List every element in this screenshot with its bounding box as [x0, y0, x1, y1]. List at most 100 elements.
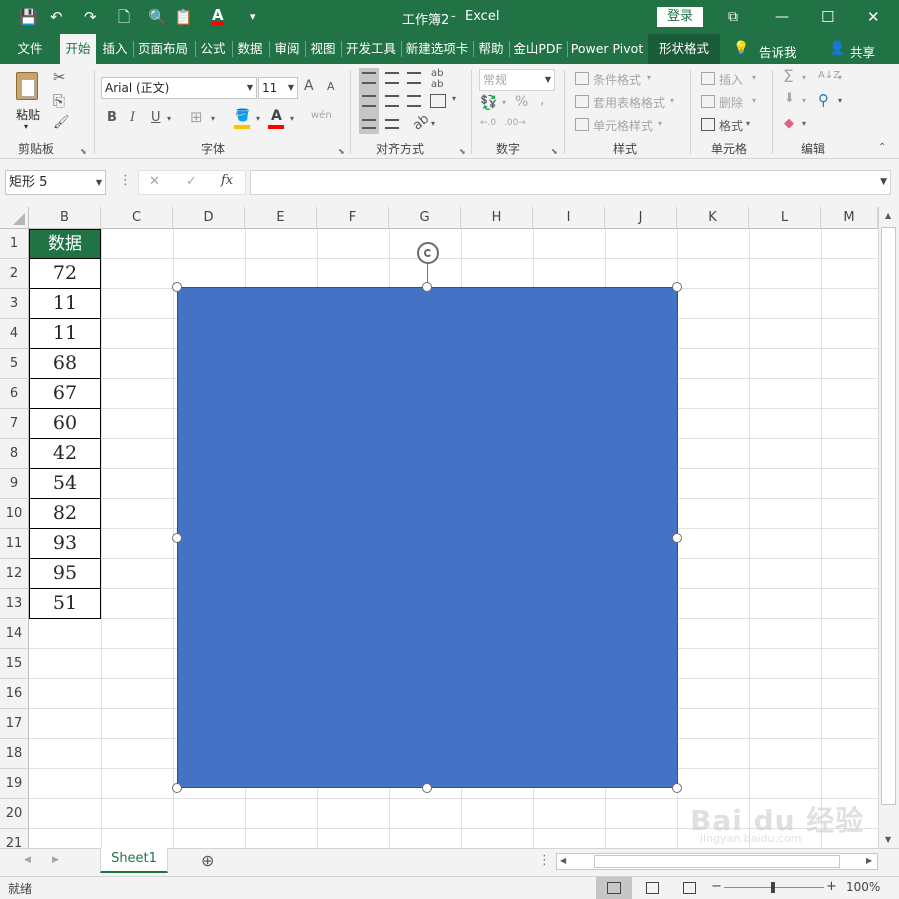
text-direction-icon[interactable]: ab [410, 112, 432, 134]
clear-eraser-icon[interactable]: ◆ [784, 116, 794, 131]
grow-font-button[interactable]: A [304, 78, 314, 94]
underline-button[interactable]: U [151, 110, 161, 125]
bold-button[interactable]: B [107, 110, 117, 125]
orientation-icon[interactable]: ab [431, 68, 443, 79]
alignment-launcher-icon[interactable]: ⬊ [459, 147, 466, 156]
align-right-icon[interactable] [407, 95, 421, 107]
font-size-combo[interactable]: 11 ▼ [258, 77, 298, 99]
column-header-b[interactable]: B [29, 207, 101, 229]
close-icon[interactable]: ✕ [867, 8, 880, 26]
resize-handle-se[interactable] [672, 783, 682, 793]
paste-quick-icon[interactable]: 📋 [174, 8, 193, 26]
copy-icon[interactable]: ⎘ [53, 92, 65, 110]
shrink-font-button[interactable]: A [327, 80, 335, 93]
zoom-level[interactable]: 100% [846, 880, 880, 894]
row-header-3[interactable]: 3 [0, 289, 29, 319]
maximize-icon[interactable]: ☐ [821, 8, 834, 26]
format-as-table-button[interactable]: 套用表格格式 [593, 94, 665, 111]
align-middle-icon[interactable] [385, 72, 399, 84]
login-button[interactable]: 登录 [657, 7, 703, 27]
table-data-cell[interactable]: 93 [29, 529, 101, 559]
row-header-16[interactable]: 16 [0, 679, 29, 709]
increase-decimal-button[interactable]: ←.0 [480, 118, 496, 128]
cut-icon[interactable]: ✂ [53, 68, 66, 86]
fill-down-icon[interactable]: ⬇ [784, 91, 795, 106]
rectangle-shape[interactable] [177, 287, 678, 788]
zoom-slider-thumb[interactable] [771, 882, 775, 893]
resize-handle-nw[interactable] [172, 282, 182, 292]
table-header-cell[interactable]: 数据 [29, 229, 101, 259]
merge-center-icon[interactable] [430, 94, 446, 108]
row-header-15[interactable]: 15 [0, 649, 29, 679]
format-painter-icon[interactable]: 🖌 [53, 115, 70, 130]
resize-handle-s[interactable] [422, 783, 432, 793]
column-header-k[interactable]: K [677, 207, 749, 229]
number-format-combo[interactable]: 常规 ▼ [479, 69, 555, 91]
clipboard-launcher-icon[interactable]: ⬊ [80, 147, 87, 156]
sheet-tab-sheet1[interactable]: Sheet1 [100, 848, 168, 873]
save-icon[interactable]: 💾 [19, 8, 38, 26]
name-box[interactable]: 矩形 5 ▼ [5, 170, 106, 195]
font-name-combo[interactable]: Arial (正文) ▼ [101, 77, 257, 99]
column-header-c[interactable]: C [101, 207, 173, 229]
font-launcher-icon[interactable]: ⬊ [338, 147, 345, 156]
resize-handle-e[interactable] [672, 533, 682, 543]
table-data-cell[interactable]: 51 [29, 589, 101, 619]
undo-icon[interactable]: ↶ [50, 8, 63, 26]
page-layout-view-icon[interactable] [646, 882, 659, 894]
column-header-f[interactable]: F [317, 207, 389, 229]
tab-wps-pdf[interactable]: 金山PDF [511, 34, 565, 64]
customize-qat-icon[interactable]: ▾ [250, 8, 256, 26]
add-sheet-icon[interactable]: ⊕ [201, 851, 214, 870]
tab-page-layout[interactable]: 页面布局 [135, 34, 191, 64]
tell-me-box[interactable]: 告诉我 [759, 42, 797, 61]
tab-shape-format[interactable]: 形状格式 [648, 34, 720, 64]
tab-power-pivot[interactable]: Power Pivot [569, 34, 645, 64]
wrap-text-icon[interactable]: ab [431, 79, 443, 90]
comma-style-button[interactable]: , [540, 92, 544, 108]
align-top-icon[interactable] [362, 72, 376, 84]
row-header-17[interactable]: 17 [0, 709, 29, 739]
table-data-cell[interactable]: 54 [29, 469, 101, 499]
scroll-right-icon[interactable]: ▶ [866, 856, 872, 865]
column-header-e[interactable]: E [245, 207, 317, 229]
row-header-18[interactable]: 18 [0, 739, 29, 769]
scroll-up-icon[interactable]: ▲ [885, 211, 891, 220]
paste-button[interactable]: 粘贴 ▾ [8, 70, 48, 132]
sort-filter-icon[interactable]: A↓Z [818, 70, 840, 81]
resize-handle-w[interactable] [172, 533, 182, 543]
insert-function-button[interactable]: fx [221, 173, 233, 188]
next-sheet-icon[interactable]: ▶ [52, 855, 59, 865]
column-header-i[interactable]: I [533, 207, 605, 229]
currency-icon[interactable]: 💱 [480, 95, 497, 111]
formula-input[interactable]: ▼ [250, 170, 891, 195]
increase-indent-icon[interactable] [385, 119, 399, 129]
decrease-indent-icon[interactable] [362, 119, 376, 129]
table-data-cell[interactable]: 11 [29, 319, 101, 349]
column-header-h[interactable]: H [461, 207, 533, 229]
tab-data[interactable]: 数据 [234, 34, 266, 64]
table-data-cell[interactable]: 11 [29, 289, 101, 319]
column-header-m[interactable]: M [821, 207, 878, 229]
scroll-left-icon[interactable]: ◀ [560, 856, 566, 865]
find-select-icon[interactable]: ⚲ [818, 91, 829, 109]
table-data-cell[interactable]: 67 [29, 379, 101, 409]
fill-color-button[interactable]: 🪣 [234, 108, 252, 130]
tab-review[interactable]: 审阅 [271, 34, 303, 64]
table-data-cell[interactable]: 72 [29, 259, 101, 289]
row-header-5[interactable]: 5 [0, 349, 29, 379]
row-header-7[interactable]: 7 [0, 409, 29, 439]
row-header-9[interactable]: 9 [0, 469, 29, 499]
conditional-formatting-button[interactable]: 条件格式 [593, 71, 641, 88]
tab-developer[interactable]: 开发工具 [343, 34, 399, 64]
page-break-preview-icon[interactable] [683, 882, 696, 894]
borders-icon[interactable]: ⊞ [190, 108, 203, 126]
row-header-1[interactable]: 1 [0, 229, 29, 259]
new-document-icon[interactable]: 🗋 [118, 8, 130, 26]
horizontal-scroll-thumb[interactable] [594, 855, 840, 868]
number-launcher-icon[interactable]: ⬊ [551, 147, 558, 156]
row-header-14[interactable]: 14 [0, 619, 29, 649]
table-data-cell[interactable]: 68 [29, 349, 101, 379]
table-data-cell[interactable]: 82 [29, 499, 101, 529]
tab-insert[interactable]: 插入 [98, 34, 132, 64]
